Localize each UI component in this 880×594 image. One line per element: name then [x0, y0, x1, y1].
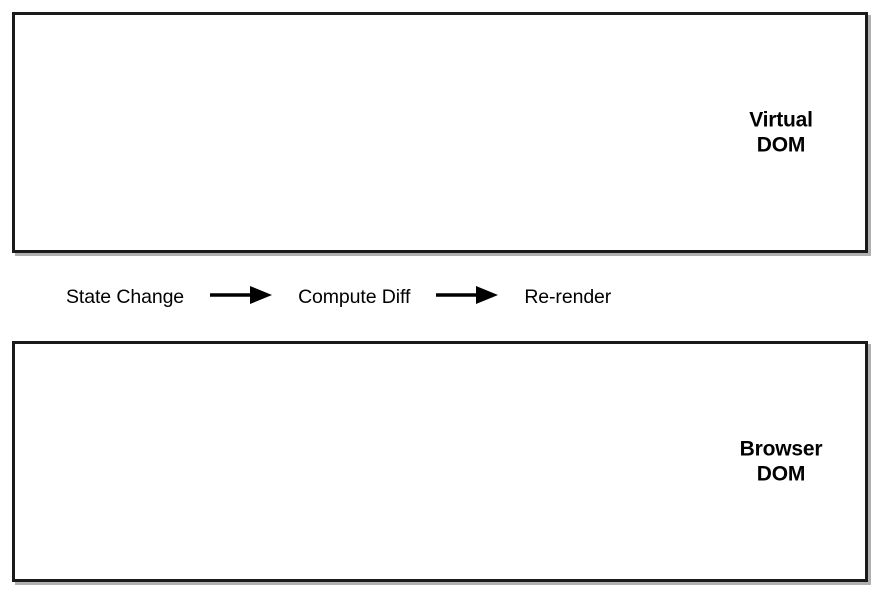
browser-dom-panel: Browser DOM: [12, 341, 868, 582]
flow-sequence: State Change Compute Diff Re-render: [12, 253, 868, 341]
flow-step-compute-diff: Compute Diff: [298, 285, 411, 308]
flow-step-re-render: Re-render: [524, 285, 612, 308]
diagram-stage: Virtual DOM Browser DOM State Change Com…: [0, 0, 880, 594]
browser-dom-label-line2: DOM: [756, 462, 806, 486]
arrow-right-icon: [210, 284, 273, 311]
virtual-dom-label-line1: Virtual: [749, 107, 813, 131]
virtual-dom-label: Virtual DOM: [711, 107, 851, 158]
browser-dom-label-line1: Browser: [739, 436, 823, 460]
arrow-right-icon: [436, 284, 499, 311]
browser-dom-label: Browser DOM: [711, 436, 851, 487]
virtual-dom-label-line2: DOM: [756, 133, 806, 157]
virtual-dom-panel: Virtual DOM: [12, 12, 868, 253]
flow-step-state-change: State Change: [66, 285, 185, 308]
